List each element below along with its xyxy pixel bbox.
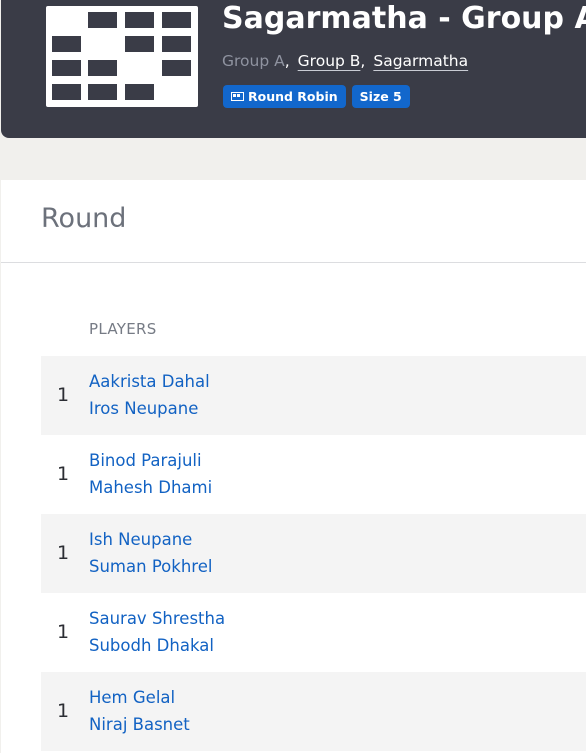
match-row: 1 Binod Parajuli Mahesh Dhami (41, 435, 586, 514)
breadcrumb-link-group-b[interactable]: Group B (298, 52, 361, 70)
players-column-header: PLAYERS (89, 320, 157, 338)
page-title: Sagarmatha - Group A (222, 1, 586, 36)
player-link[interactable]: Aakrista Dahal (89, 371, 210, 393)
badge-group: Round Robin Size 5 (223, 85, 410, 108)
player-link[interactable]: Niraj Basnet (89, 714, 190, 736)
match-row: 1 Ish Neupane Suman Pokhrel (41, 514, 586, 593)
round-number: 1 (57, 463, 70, 485)
page-header: Sagarmatha - Group A Group A, Group B, Sag… (1, 0, 586, 138)
round-number: 1 (57, 700, 70, 722)
breadcrumb: Group A, Group B, Sagarmatha (222, 51, 468, 71)
round-number: 1 (57, 542, 70, 564)
match-row: 1 Aakrista Dahal Iros Neupane (41, 356, 586, 435)
round-number: 1 (57, 621, 70, 643)
match-row: 1 Saurav Shrestha Subodh Dhakal (41, 593, 586, 672)
player-link[interactable]: Saurav Shrestha (89, 608, 225, 630)
round-number: 1 (57, 384, 70, 406)
match-list: 1 Aakrista Dahal Iros Neupane 1 Binod Pa… (41, 356, 586, 751)
player-link[interactable]: Binod Parajuli (89, 450, 202, 472)
round-robin-grid-logo (46, 6, 198, 107)
player-link[interactable]: Hem Gelal (89, 687, 175, 709)
breadcrumb-current: Group A (222, 52, 285, 70)
player-link[interactable]: Suman Pokhrel (89, 556, 212, 578)
player-link[interactable]: Subodh Dhakal (89, 635, 214, 657)
divider (1, 262, 586, 263)
breadcrumb-separator: , (284, 52, 290, 70)
breadcrumb-separator: , (360, 52, 366, 70)
player-link[interactable]: Ish Neupane (89, 529, 192, 551)
size-badge: Size 5 (351, 85, 410, 108)
breadcrumb-link-sagarmatha[interactable]: Sagarmatha (373, 52, 468, 70)
match-row: 1 Hem Gelal Niraj Basnet (41, 672, 586, 751)
player-link[interactable]: Iros Neupane (89, 398, 198, 420)
round-card: Round PLAYERS 1 Aakrista Dahal Iros Neup… (1, 180, 586, 753)
card-title: Round (41, 203, 127, 234)
player-link[interactable]: Mahesh Dhami (89, 477, 212, 499)
grid-icon (231, 92, 244, 101)
format-badge-label: Round Robin (248, 89, 338, 104)
format-badge: Round Robin (223, 85, 346, 108)
